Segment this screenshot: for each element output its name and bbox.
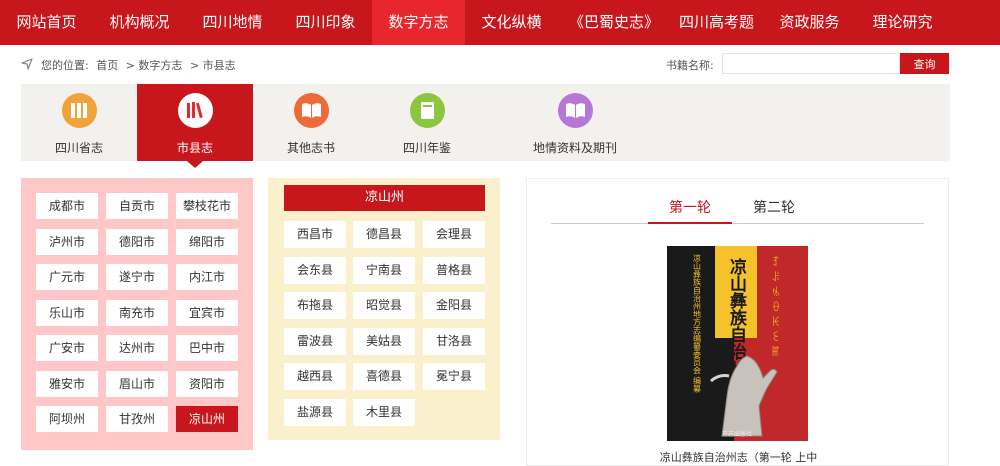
city-button[interactable]: 绵阳市 xyxy=(176,228,238,255)
nav-item-7[interactable]: 《巴蜀史志》 xyxy=(558,0,670,45)
city-button[interactable]: 凉山州 xyxy=(176,406,238,432)
category-tab-label: 地情资料及期刊 xyxy=(532,141,617,155)
category-tab-label: 其他志书 xyxy=(286,141,335,155)
breadcrumb-digital-gazetteer-link[interactable]: > 数字方志 xyxy=(126,59,183,72)
round-tab-2[interactable]: 第二轮 xyxy=(732,197,816,224)
county-button[interactable]: 德昌县 xyxy=(353,221,415,248)
city-button[interactable]: 南充市 xyxy=(106,299,168,326)
top-navigation: 网站首页 机构概况 四川地情 四川印象 数字方志 文化纵横 《巴蜀史志》 四川高考题 资政服务理… xyxy=(0,0,1000,45)
cover-yi-script-text: ꆈꌠꁱꂷꀘꏂꂵ xyxy=(769,254,782,359)
book-panel: 第一轮 第二轮 凉山彝族自治州志 凉山彝族自治州地方志编纂委员会 编纂 ꆈꌠꁱꂷꀘ… xyxy=(526,178,949,466)
city-button[interactable]: 雅安市 xyxy=(36,370,98,397)
city-button[interactable]: 泸州市 xyxy=(36,228,98,255)
county-button[interactable]: 西昌市 xyxy=(284,221,346,248)
category-tab-5[interactable]: 地情资料及期刊 xyxy=(485,84,665,161)
county-button[interactable]: 普格县 xyxy=(423,256,485,284)
city-button[interactable]: 德阳市 xyxy=(106,228,168,255)
city-button[interactable]: 广安市 xyxy=(36,335,98,361)
book-name-search-input[interactable] xyxy=(722,53,900,74)
category-tab-2[interactable]: 市县志 xyxy=(137,84,253,168)
city-button[interactable]: 广元市 xyxy=(36,264,98,290)
city-button[interactable]: 内江市 xyxy=(176,264,238,290)
nav-item-10[interactable]: 理论研究 xyxy=(856,0,949,45)
city-button[interactable]: 甘孜州 xyxy=(106,406,168,432)
category-tab-4[interactable]: 四川年鉴 xyxy=(369,84,485,161)
county-button[interactable]: 甘洛县 xyxy=(423,327,485,355)
city-list-panel: 成都市 自贡市 攀枝花市泸州市 德阳市 绵阳市广元市 遂宁市 内江市乐山市 南充市 宜宾市广安市… xyxy=(21,178,253,450)
county-button[interactable]: 越西县 xyxy=(284,363,346,390)
city-button[interactable]: 达州市 xyxy=(106,335,168,361)
book-cover-image[interactable]: 凉山彝族自治州志 凉山彝族自治州地方志编纂委员会 编纂 ꆈꌠꁱꂷꀘꏂꂵ 方志出版… xyxy=(667,246,808,441)
category-tabs: 四川省志 市县志 其他志书 四川年鉴 地情资料及期刊 xyxy=(21,84,950,168)
cover-press-text: 方志出版社 xyxy=(722,430,752,438)
breadcrumb-home-link[interactable]: 首页 xyxy=(96,59,118,72)
county-button[interactable]: 会理县 xyxy=(423,221,485,248)
breadcrumb-current: > 市县志 xyxy=(189,59,236,72)
breadcrumb-row: 您的位置: 首页 > 数字方志 > 市县志 书籍名称: 查询 xyxy=(0,45,1000,83)
county-button[interactable]: 会东县 xyxy=(284,256,346,284)
county-button[interactable]: 宁南县 xyxy=(353,256,415,284)
city-button[interactable]: 乐山市 xyxy=(36,299,98,326)
open-book-icon xyxy=(557,93,593,128)
open-book-icon xyxy=(293,93,329,128)
county-button[interactable]: 盐源县 xyxy=(284,398,346,426)
county-panel-title: 凉山州 xyxy=(284,185,485,211)
nav-item-3[interactable]: 四川地情 xyxy=(186,0,279,45)
county-list-panel: 凉山州 西昌市 德昌县 会理县会东县 宁南县 普格县布拖县 昭觉县 金阳县雷波县 美姑县 甘洛县… xyxy=(268,178,500,440)
category-tab-label: 四川省志 xyxy=(54,141,103,155)
nav-item-9[interactable]: 资政服务 xyxy=(763,0,856,45)
county-button[interactable]: 雷波县 xyxy=(284,327,346,355)
city-button[interactable]: 宜宾市 xyxy=(176,299,238,326)
breadcrumb: 您的位置: 首页 > 数字方志 > 市县志 xyxy=(41,57,240,73)
round-tabs: 第一轮 第二轮 xyxy=(551,197,924,224)
city-button[interactable]: 成都市 xyxy=(36,193,98,219)
category-tab-label: 市县志 xyxy=(176,141,213,155)
location-arrow-icon xyxy=(21,58,33,70)
round-tab-1[interactable]: 第一轮 xyxy=(648,197,732,224)
city-button[interactable]: 遂宁市 xyxy=(106,264,168,290)
books-icon xyxy=(61,93,97,128)
nav-item-1[interactable]: 网站首页 xyxy=(0,0,93,45)
notebook-icon xyxy=(409,93,445,128)
county-button[interactable]: 金阳县 xyxy=(423,292,485,319)
nav-item-2[interactable]: 机构概况 xyxy=(93,0,186,45)
category-tab-label: 四川年鉴 xyxy=(402,141,451,155)
nav-item-4[interactable]: 四川印象 xyxy=(279,0,372,45)
county-button[interactable]: 布拖县 xyxy=(284,292,346,319)
nav-item-5[interactable]: 数字方志 xyxy=(372,0,465,45)
book-caption[interactable]: 凉山彝族自治州志（第一轮 上中 xyxy=(527,449,950,465)
county-button[interactable]: 昭觉县 xyxy=(353,292,415,319)
book-spines-icon xyxy=(177,93,213,128)
county-button[interactable]: 美姑县 xyxy=(353,327,415,355)
search-button[interactable]: 查询 xyxy=(900,53,949,74)
county-button[interactable]: 喜德县 xyxy=(353,363,415,390)
city-button[interactable]: 攀枝花市 xyxy=(176,193,238,219)
city-button[interactable]: 阿坝州 xyxy=(36,406,98,432)
nav-item-8[interactable]: 四川高考题 xyxy=(670,0,763,45)
breadcrumb-prefix: 您的位置: xyxy=(41,59,89,72)
county-button[interactable]: 冕宁县 xyxy=(423,363,485,390)
city-button[interactable]: 自贡市 xyxy=(106,193,168,219)
county-button[interactable]: 木里县 xyxy=(353,398,415,426)
search-label: 书籍名称: xyxy=(666,59,714,72)
book-cover-art: 凉山彝族自治州志 凉山彝族自治州地方志编纂委员会 编纂 ꆈꌠꁱꂷꀘꏂꂵ 方志出版… xyxy=(667,246,808,441)
category-tab-3[interactable]: 其他志书 xyxy=(253,84,369,161)
city-button[interactable]: 巴中市 xyxy=(176,335,238,361)
city-button[interactable]: 资阳市 xyxy=(176,370,238,397)
city-button[interactable]: 眉山市 xyxy=(106,370,168,397)
nav-item-6[interactable]: 文化纵横 xyxy=(465,0,558,45)
category-tab-1[interactable]: 四川省志 xyxy=(21,84,137,161)
cover-publisher-text: 凉山彝族自治州地方志编纂委员会 编纂 xyxy=(693,253,702,393)
